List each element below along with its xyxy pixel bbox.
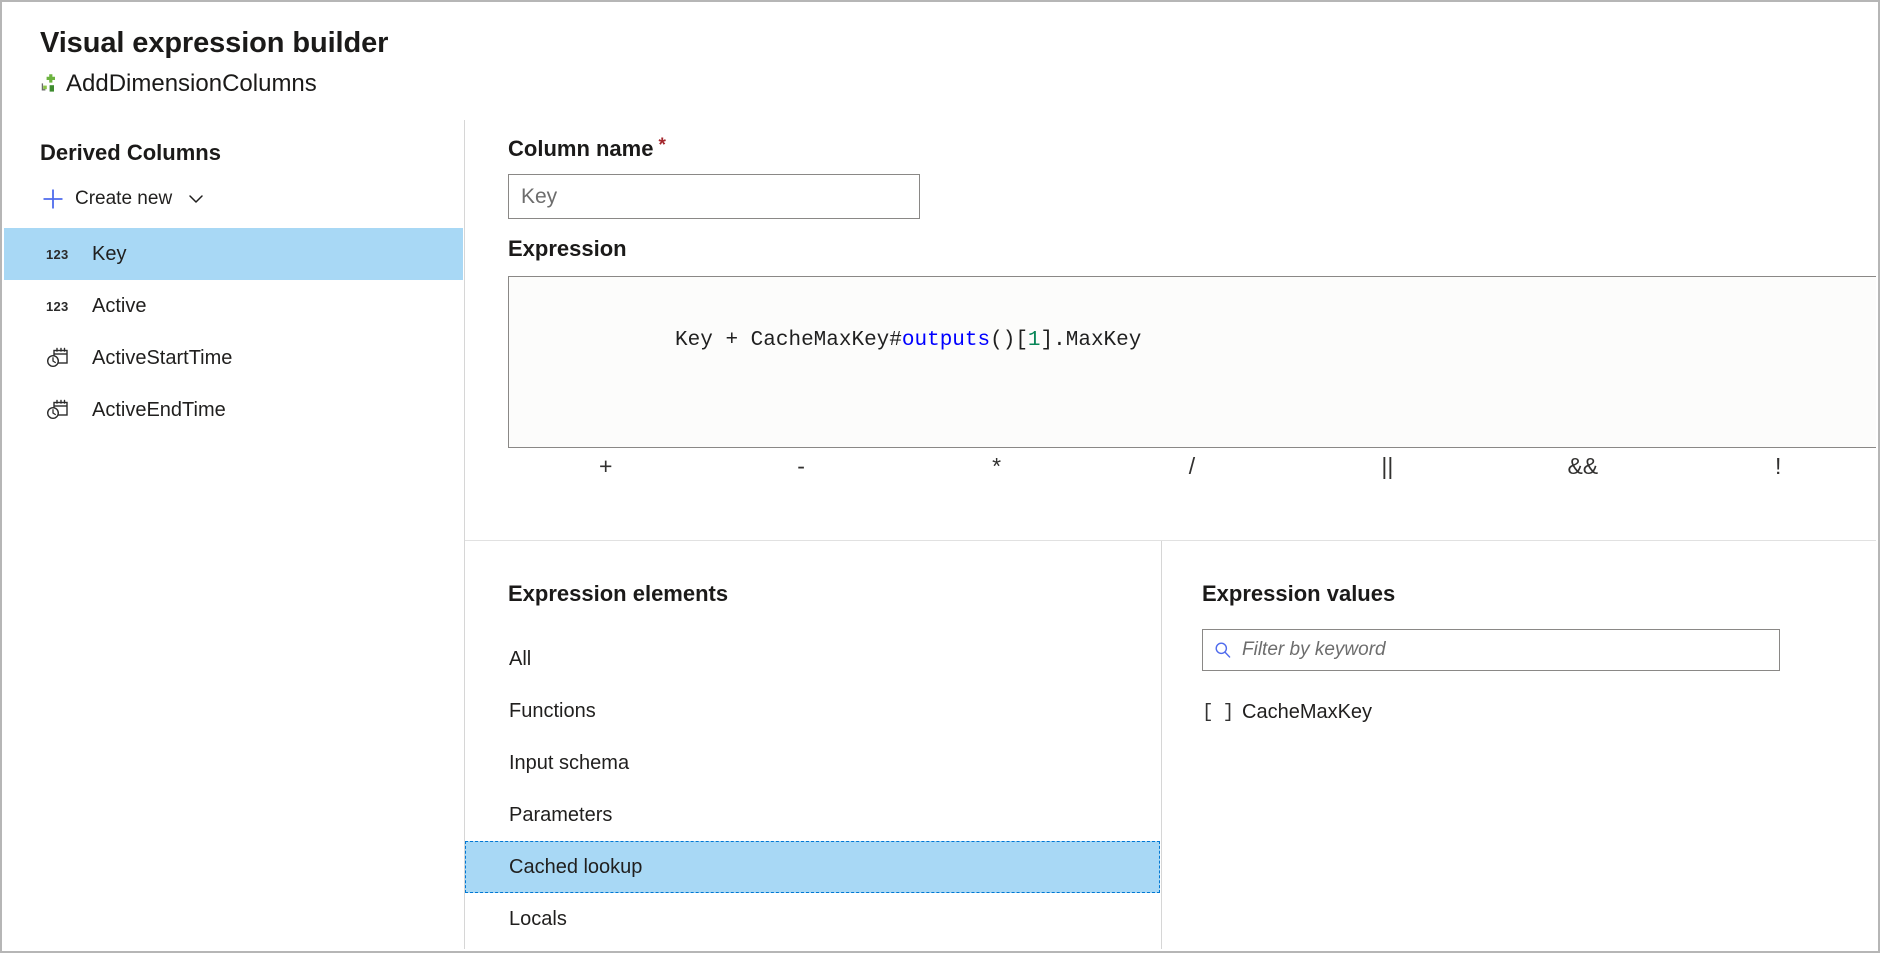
operator-button-plus[interactable]: + (508, 438, 703, 494)
transformation-subtitle: AddDimensionColumns (40, 71, 1878, 97)
derived-column-icon (40, 73, 62, 95)
expression-code: Key + CacheMaxKey#outputs()[1].MaxKey (549, 299, 1141, 384)
filter-search-box[interactable] (1202, 629, 1780, 671)
column-label: Key (92, 243, 126, 266)
header: Visual expression builder AddDimensionCo… (40, 26, 1878, 97)
column-name-field-group: Column name* (508, 136, 920, 219)
expression-values-list: [ ] CacheMaxKey (1162, 689, 1876, 735)
operator-button-not[interactable]: ! (1681, 438, 1876, 494)
expression-elements-list: All Functions Input schema Parameters Ca… (465, 633, 1161, 945)
search-icon (1213, 640, 1242, 660)
element-item-locals[interactable]: Locals (465, 893, 1160, 945)
expr-token-number: 1 (1028, 329, 1041, 352)
element-item-all[interactable]: All (465, 633, 1160, 685)
column-label: ActiveEndTime (92, 399, 226, 422)
expression-elements-title: Expression elements (508, 581, 728, 607)
column-name-label: Column name* (508, 136, 920, 162)
expression-label: Expression (508, 236, 1876, 262)
column-list-item-activestarttime[interactable]: ActiveStartTime (4, 332, 463, 384)
element-item-functions[interactable]: Functions (465, 685, 1160, 737)
expr-token: CacheMaxKey# (738, 329, 902, 352)
column-label: ActiveStartTime (92, 347, 232, 370)
operator-button-divide[interactable]: / (1094, 438, 1289, 494)
operator-button-or[interactable]: || (1290, 438, 1485, 494)
expr-token-keyword: outputs (902, 329, 990, 352)
column-label: Active (92, 295, 146, 318)
required-asterisk: * (658, 135, 665, 156)
operator-button-multiply[interactable]: * (899, 438, 1094, 494)
value-item-cachemaxkey[interactable]: [ ] CacheMaxKey (1162, 689, 1876, 735)
number-123-icon: 123 (46, 299, 80, 314)
derived-columns-sidebar: Derived Columns Create new 123 Key (4, 120, 464, 949)
visual-expression-builder-window: Visual expression builder AddDimensionCo… (0, 0, 1880, 953)
expression-elements-panel: Expression elements All Functions Input … (465, 541, 1161, 949)
derived-columns-list: 123 Key 123 Active Ac (4, 228, 463, 436)
expr-token: Key (675, 329, 725, 352)
sidebar-title: Derived Columns (40, 140, 221, 166)
expression-editor[interactable]: Key + CacheMaxKey#outputs()[1].MaxKey (508, 276, 1876, 448)
create-new-button[interactable]: Create new (40, 182, 206, 216)
chevron-down-icon[interactable] (172, 189, 206, 209)
timestamp-icon (46, 347, 80, 369)
expr-token: ()[ (990, 329, 1028, 352)
expr-token-operator: + (725, 329, 738, 352)
expr-token: ].MaxKey (1041, 329, 1142, 352)
expression-values-panel: Expression values [ ] CacheMaxKey (1162, 541, 1876, 949)
bottom-panels: Expression elements All Functions Input … (465, 541, 1876, 949)
operator-button-minus[interactable]: - (703, 438, 898, 494)
operator-toolbar: + - * / || && ! (508, 438, 1876, 494)
page-title: Visual expression builder (40, 26, 1878, 61)
create-new-label: Create new (75, 188, 172, 210)
timestamp-icon (46, 399, 80, 421)
column-list-item-key[interactable]: 123 Key (4, 228, 463, 280)
number-123-icon: 123 (46, 247, 80, 262)
expression-field-group: Expression Key + CacheMaxKey#outputs()[1… (508, 236, 1876, 448)
main-content: Column name* Expression Key + CacheMaxKe… (465, 120, 1876, 949)
transformation-name: AddDimensionColumns (66, 71, 317, 97)
value-label: CacheMaxKey (1242, 701, 1372, 724)
column-name-label-text: Column name (508, 136, 653, 161)
element-item-cached-lookup[interactable]: Cached lookup (465, 841, 1160, 893)
element-item-input-schema[interactable]: Input schema (465, 737, 1160, 789)
column-name-input[interactable] (508, 174, 920, 219)
expression-values-title: Expression values (1202, 581, 1395, 607)
column-list-item-active[interactable]: 123 Active (4, 280, 463, 332)
column-list-item-activeendtime[interactable]: ActiveEndTime (4, 384, 463, 436)
plus-icon (40, 186, 66, 212)
filter-input[interactable] (1242, 639, 1769, 661)
array-brackets-icon: [ ] (1202, 701, 1240, 723)
operator-button-and[interactable]: && (1485, 438, 1680, 494)
element-item-parameters[interactable]: Parameters (465, 789, 1160, 841)
